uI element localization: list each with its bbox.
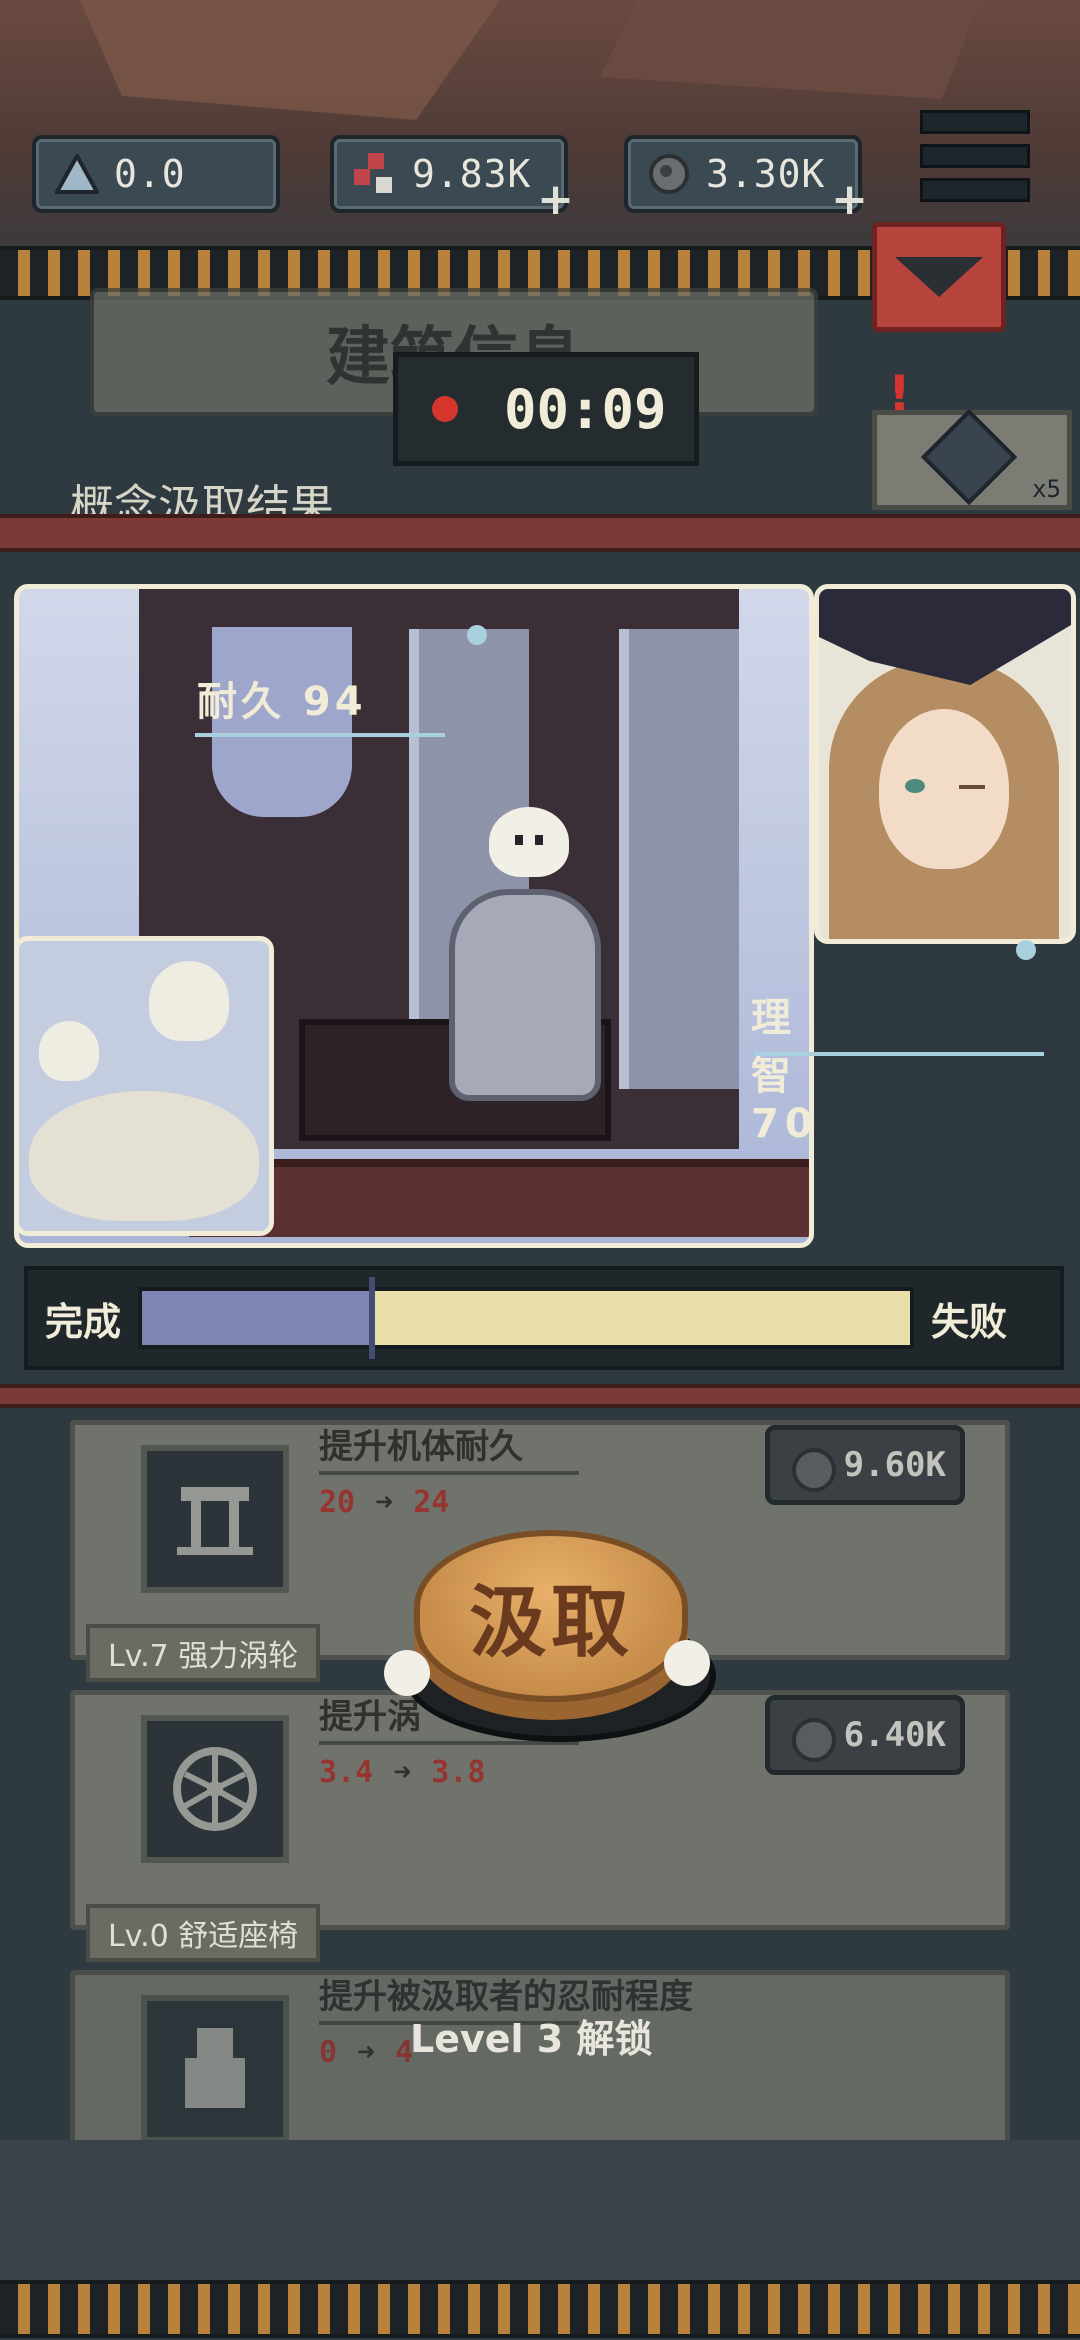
machine-pillar: [619, 629, 739, 1089]
bottom-background: [0, 2140, 1080, 2280]
seated-character: [449, 889, 601, 1101]
add-gems-button[interactable]: +: [537, 174, 574, 225]
ghost-character: [39, 1021, 99, 1081]
value-from: 0: [319, 2035, 338, 2070]
resource-crystal: 0.0: [32, 135, 280, 213]
ghosts-panel: [14, 936, 274, 1236]
character-portrait: [814, 584, 1076, 944]
price-value: 6.40K: [843, 1715, 946, 1755]
menu-icon[interactable]: [920, 110, 1030, 202]
value-to: 3.8: [431, 1755, 486, 1790]
pedestal-icon: [141, 1445, 289, 1593]
resource-ore[interactable]: 3.30K +: [624, 135, 868, 225]
progress-marker: [369, 1277, 376, 1359]
upgrade-level-tag: Lv.7 强力涡轮: [86, 1624, 321, 1682]
divider-bar: [0, 1384, 1080, 1408]
title-underline: [319, 1471, 579, 1475]
value-from: 3.4: [319, 1755, 374, 1790]
complete-label: 完成: [44, 1299, 121, 1344]
triangle-crystal-icon: [54, 151, 100, 197]
timer-value: 00:09: [504, 377, 667, 441]
sanity-line: [754, 1052, 1044, 1056]
upgrade-price-button[interactable]: 9.60K: [765, 1425, 965, 1505]
ore-coin-icon: [792, 1448, 836, 1492]
resource-value: 9.83K: [412, 152, 532, 196]
ghost-character: [489, 807, 569, 877]
sanity-label: 理智 70: [751, 995, 814, 1147]
crystal-item-button[interactable]: x5: [872, 408, 1072, 510]
ghost-crowd: [29, 1091, 259, 1221]
extract-label: 汲取: [468, 1578, 633, 1668]
fail-label: 失败: [930, 1299, 1007, 1344]
portrait-face: [879, 709, 1009, 869]
record-dot-icon: [432, 396, 458, 422]
crystal-count: x5: [1032, 475, 1061, 503]
value-to: 24: [413, 1485, 450, 1520]
arrow-right-icon: ➜: [375, 1485, 394, 1520]
crystal-icon: [920, 408, 1018, 506]
value-from: 20: [319, 1485, 356, 1520]
arrow-right-icon: ➜: [357, 2035, 376, 2070]
rock-shape: [80, 0, 500, 120]
button-cap: 汲取: [414, 1530, 688, 1702]
upgrade-values: 0 ➜ 4: [319, 2035, 413, 2070]
portrait-eye: [959, 785, 985, 789]
resource-value: 3.30K: [706, 152, 826, 196]
resource-gems[interactable]: 9.83K +: [330, 135, 574, 225]
price-value: 9.60K: [843, 1445, 946, 1485]
resource-value: 0.0: [114, 152, 186, 196]
floor: [189, 1159, 809, 1237]
rock-shape: [600, 0, 980, 99]
progress-fill: [142, 1291, 373, 1345]
portrait-eye: [905, 779, 925, 793]
extraction-progress: 完成 失败: [24, 1266, 1064, 1370]
recording-timer: 00:09: [393, 352, 699, 466]
add-ore-button[interactable]: +: [831, 174, 868, 225]
ore-coin-icon: [792, 1718, 836, 1762]
ghost-character: [384, 1650, 430, 1696]
upgrade-level-tag: Lv.0 舒适座椅: [86, 1904, 321, 1962]
arrow-right-icon: ➜: [393, 1755, 412, 1790]
upgrade-values: 20 ➜ 24: [319, 1485, 449, 1520]
ghost-character: [149, 961, 229, 1041]
triangle-down-icon: [895, 257, 983, 297]
durability-label: 耐久 94: [197, 679, 367, 725]
extraction-scene: 耐久 94 理智 70: [14, 584, 1076, 1248]
ore-coin-icon: [646, 151, 692, 197]
ghost-character: [664, 1640, 710, 1686]
durability-node: [467, 625, 487, 645]
upgrade-price-button[interactable]: 6.40K: [765, 1695, 965, 1775]
divider-bar: [0, 514, 1080, 552]
upgrade-title: 提升机体耐久: [319, 1427, 523, 1467]
durability-line: [195, 733, 445, 737]
progress-track: [138, 1277, 914, 1359]
collapse-button[interactable]: [872, 222, 1006, 332]
turbine-icon: [141, 1715, 289, 1863]
extract-button[interactable]: 汲取: [384, 1520, 716, 1760]
red-gems-icon: [352, 151, 398, 197]
upgrade-values: 3.4 ➜ 3.8: [319, 1755, 485, 1790]
hazard-stripe: [0, 2280, 1080, 2338]
unlock-requirement: Level 3 解锁: [410, 2017, 653, 2061]
seat-icon: [141, 1995, 289, 2143]
sanity-node: [1016, 940, 1036, 960]
